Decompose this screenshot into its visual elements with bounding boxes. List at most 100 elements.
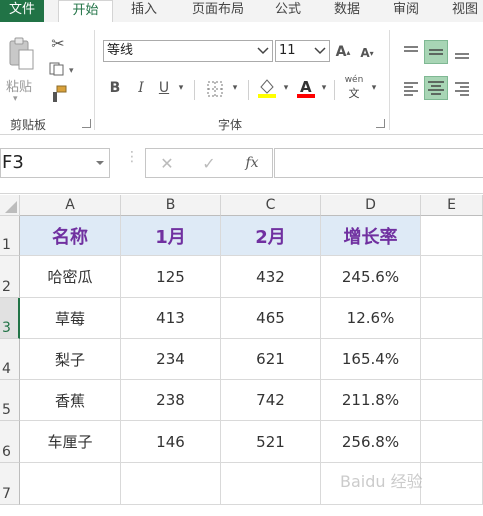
chevron-down-icon (314, 47, 326, 55)
column-header-d[interactable]: D (321, 195, 421, 216)
table-header-cell[interactable]: 2月 (221, 216, 321, 256)
underline-dropdown-icon[interactable]: ▾ (175, 80, 187, 96)
format-painter-icon[interactable] (48, 84, 70, 104)
table-cell[interactable]: 432 (221, 256, 321, 298)
divider (248, 80, 249, 100)
ribbon: 粘贴 ▾ ✂ ▾ 剪贴板 等线 11 A ▴ A ▾ B I U ▾ ▾ ▾ A ▾… (0, 22, 483, 135)
formula-input[interactable] (274, 148, 483, 178)
table-cell[interactable]: 165.4% (321, 339, 421, 380)
table-header-cell[interactable]: 名称 (20, 216, 121, 256)
row-header-5[interactable]: 5 (0, 380, 20, 421)
cut-icon[interactable]: ✂ (48, 34, 68, 53)
tab-view[interactable]: 视图 (443, 0, 483, 22)
row-header-7[interactable]: 7 (0, 463, 20, 505)
table-cell[interactable]: 211.8% (321, 380, 421, 421)
row-header-2[interactable]: 2 (0, 256, 20, 298)
drag-handle-icon[interactable]: ⋮ (125, 150, 139, 172)
table-cell[interactable]: 465 (221, 298, 321, 339)
name-box[interactable]: F3 (0, 148, 110, 178)
formula-buttons: ✕ ✓ fx (145, 148, 273, 178)
column-header-c[interactable]: C (221, 195, 321, 216)
tab-review[interactable]: 审阅 (384, 0, 428, 22)
table-cell[interactable]: 413 (121, 298, 221, 339)
table-cell[interactable]: 125 (121, 256, 221, 298)
empty-cell[interactable] (121, 463, 221, 505)
table-cell[interactable]: 梨子 (20, 339, 121, 380)
align-top-icon[interactable] (401, 42, 421, 62)
empty-cell[interactable] (421, 339, 483, 380)
tab-file[interactable]: 文件 (0, 0, 44, 22)
align-middle-icon[interactable] (424, 40, 448, 64)
fill-color-icon[interactable] (256, 77, 278, 99)
tab-page-layout[interactable]: 页面布局 (180, 0, 256, 22)
table-cell[interactable]: 742 (221, 380, 321, 421)
table-cell[interactable]: 621 (221, 339, 321, 380)
underline-button[interactable]: U (157, 78, 171, 98)
table-cell[interactable]: 车厘子 (20, 421, 121, 463)
table-cell[interactable]: 香蕉 (20, 380, 121, 421)
select-all-button[interactable] (0, 195, 20, 216)
divider (194, 80, 195, 100)
column-header-a[interactable]: A (20, 195, 121, 216)
enter-icon[interactable]: ✓ (200, 154, 218, 173)
font-color-dropdown-icon[interactable]: ▾ (318, 80, 330, 96)
paste-dropdown-icon[interactable]: ▾ (13, 94, 18, 104)
empty-cell[interactable] (421, 256, 483, 298)
chevron-down-icon (96, 161, 104, 165)
clipboard-launcher-icon[interactable] (82, 119, 91, 128)
table-cell[interactable]: 238 (121, 380, 221, 421)
row-header-6[interactable]: 6 (0, 421, 20, 463)
copy-icon[interactable]: ▾ (48, 60, 78, 78)
increase-font-size-icon[interactable]: A ▴ (334, 42, 352, 62)
table-cell[interactable]: 12.6% (321, 298, 421, 339)
empty-cell[interactable] (421, 380, 483, 421)
align-right-icon[interactable] (452, 78, 472, 98)
row-header-4[interactable]: 4 (0, 339, 20, 380)
empty-cell[interactable] (20, 463, 121, 505)
cancel-icon[interactable]: ✕ (158, 154, 176, 173)
tab-formulas[interactable]: 公式 (266, 0, 310, 22)
align-left-icon[interactable] (401, 78, 421, 98)
chevron-down-icon (257, 47, 269, 55)
borders-icon[interactable] (204, 79, 226, 99)
align-bottom-icon[interactable] (452, 42, 472, 62)
empty-cell[interactable] (421, 463, 483, 505)
table-cell[interactable]: 521 (221, 421, 321, 463)
empty-cell[interactable] (421, 298, 483, 339)
column-header-b[interactable]: B (121, 195, 221, 216)
empty-cell[interactable] (221, 463, 321, 505)
italic-button[interactable]: I (134, 78, 148, 98)
table-cell[interactable]: 245.6% (321, 256, 421, 298)
table-header-cell[interactable]: 增长率 (321, 216, 421, 256)
table-header-cell[interactable]: 1月 (121, 216, 221, 256)
tab-insert[interactable]: 插入 (122, 0, 166, 22)
table-cell[interactable]: 146 (121, 421, 221, 463)
font-color-icon[interactable]: A (296, 77, 316, 99)
font-name-select[interactable]: 等线 (103, 40, 273, 62)
font-launcher-icon[interactable] (376, 119, 385, 128)
name-box-value: F3 (2, 152, 24, 173)
decrease-font-size-icon[interactable]: A ▾ (358, 44, 376, 62)
borders-dropdown-icon[interactable]: ▾ (229, 80, 241, 96)
font-size-select[interactable]: 11 (275, 40, 330, 62)
table-cell[interactable]: 234 (121, 339, 221, 380)
tab-data[interactable]: 数据 (325, 0, 369, 22)
empty-cell[interactable] (421, 421, 483, 463)
fill-color-dropdown-icon[interactable]: ▾ (280, 80, 292, 96)
insert-function-button[interactable]: fx (242, 153, 262, 173)
row-header-3[interactable]: 3 (0, 298, 20, 339)
paste-label[interactable]: 粘贴 (6, 76, 32, 95)
empty-cell[interactable] (421, 216, 483, 256)
phonetic-guide-icon[interactable]: wén 文 (341, 75, 367, 100)
paste-icon[interactable] (6, 36, 36, 72)
table-cell[interactable]: 哈密瓜 (20, 256, 121, 298)
svg-text:▾: ▾ (69, 66, 74, 76)
table-cell[interactable]: 256.8% (321, 421, 421, 463)
table-cell[interactable]: 草莓 (20, 298, 121, 339)
tab-home[interactable]: 开始 (58, 0, 113, 23)
bold-button[interactable]: B (108, 78, 122, 98)
phonetic-dropdown-icon[interactable]: ▾ (368, 80, 380, 96)
column-header-e[interactable]: E (421, 195, 483, 216)
row-header-1[interactable]: 1 (0, 216, 20, 256)
align-center-icon[interactable] (424, 76, 448, 100)
